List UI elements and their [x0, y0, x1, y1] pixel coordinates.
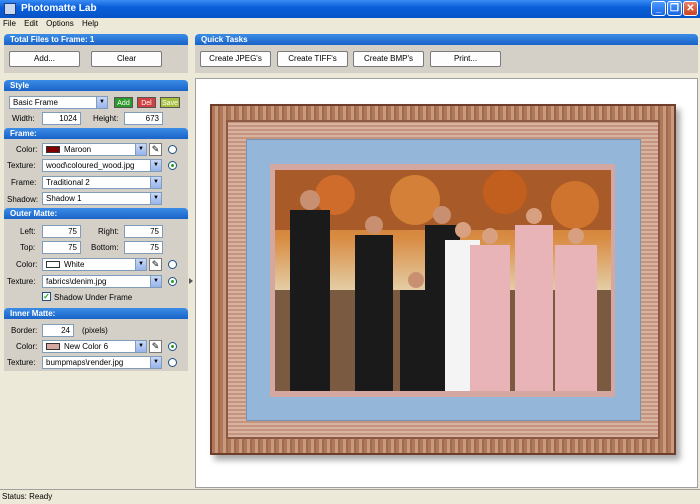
frame-color-label: Color:: [16, 145, 38, 154]
matte-left-field[interactable]: 75: [42, 225, 81, 238]
menu-help[interactable]: Help: [79, 18, 101, 29]
inner-color-value: New Color 6: [64, 342, 109, 351]
files-panel-header: Total Files to Frame: 1: [4, 34, 188, 45]
delete-style-button[interactable]: Del: [137, 97, 156, 108]
matte-bottom-field[interactable]: 75: [124, 241, 163, 254]
chevron-down-icon: ▼: [150, 177, 161, 188]
outer-texture-label: Texture:: [7, 277, 36, 286]
inner-color-label: Color:: [16, 342, 38, 351]
frame-style-label: Frame:: [11, 178, 37, 187]
close-button[interactable]: ✕: [683, 1, 698, 16]
menu-file[interactable]: File: [0, 18, 19, 29]
chevron-down-icon: ▼: [135, 259, 146, 270]
outer-matte-header: Outer Matte:: [4, 208, 188, 219]
inner-matte-header: Inner Matte:: [4, 308, 188, 319]
add-style-button[interactable]: Add: [114, 97, 133, 108]
title-bar: Photomatte Lab _ ❐ ✕: [0, 0, 700, 18]
panel-splitter[interactable]: [188, 30, 194, 489]
frame-style-value: Traditional 2: [46, 178, 90, 187]
frame-header: Frame:: [4, 128, 188, 139]
inner-texture-value: bumpmaps\render.jpg: [46, 358, 124, 367]
outer-texture-radio[interactable]: [168, 277, 177, 286]
shadow-under-frame-label: Shadow Under Frame: [54, 293, 133, 302]
shadow-value: Shadow 1: [46, 194, 82, 203]
style-header: Style: [4, 80, 188, 91]
border-label: Border:: [11, 326, 38, 335]
window-title: Photomatte Lab: [21, 3, 97, 14]
chevron-down-icon: ▼: [150, 193, 161, 204]
frame-style-select[interactable]: Traditional 2 ▼: [42, 176, 162, 189]
print-button[interactable]: Print...: [430, 51, 501, 67]
maximize-button[interactable]: ❐: [667, 1, 682, 16]
frame-color-value: Maroon: [64, 145, 92, 154]
chevron-down-icon: ▼: [150, 357, 161, 368]
top-label: Top:: [20, 243, 36, 252]
status-bar: Status: Ready: [0, 489, 700, 504]
eyedropper-icon[interactable]: ✎: [149, 340, 162, 353]
left-label: Left:: [20, 227, 36, 236]
frame-color-radio[interactable]: [168, 145, 177, 154]
width-field[interactable]: 1024: [42, 112, 81, 125]
eyedropper-icon[interactable]: ✎: [149, 258, 162, 271]
border-unit: (pixels): [82, 326, 108, 335]
color-swatch: [46, 146, 60, 154]
outer-texture-select[interactable]: fabrics\denim.jpg ▼: [42, 275, 162, 288]
frame-texture-select[interactable]: wood\coloured_wood.jpg ▼: [42, 159, 162, 172]
menu-options[interactable]: Options: [43, 18, 77, 29]
inner-texture-radio[interactable]: [168, 358, 177, 367]
inner-color-select[interactable]: New Color 6 ▼: [42, 340, 147, 353]
status-text: Status: Ready: [2, 492, 53, 501]
height-label: Height:: [93, 114, 119, 123]
frame-texture-label: Texture:: [7, 161, 36, 170]
outer-texture-value: fabrics\denim.jpg: [46, 277, 107, 286]
frame-color-select[interactable]: Maroon ▼: [42, 143, 147, 156]
style-select[interactable]: Basic Frame ▼: [9, 96, 108, 109]
right-label: Right:: [98, 227, 119, 236]
chevron-down-icon: ▼: [135, 144, 146, 155]
save-style-button[interactable]: Save: [160, 97, 180, 108]
outer-color-radio[interactable]: [168, 260, 177, 269]
photo-preview: [275, 170, 611, 391]
chevron-down-icon: ▼: [150, 276, 161, 287]
create-jpegs-button[interactable]: Create JPEG's: [200, 51, 271, 67]
bottom-label: Bottom:: [91, 243, 119, 252]
matte-top-field[interactable]: 75: [42, 241, 81, 254]
color-swatch: [46, 261, 60, 269]
quick-tasks-header: Quick Tasks: [195, 34, 698, 45]
create-bmps-button[interactable]: Create BMP's: [353, 51, 424, 67]
chevron-down-icon: ▼: [135, 341, 146, 352]
outer-color-value: White: [64, 260, 85, 269]
eyedropper-icon[interactable]: ✎: [149, 143, 162, 156]
add-files-button[interactable]: Add...: [9, 51, 80, 67]
shadow-select[interactable]: Shadow 1 ▼: [42, 192, 162, 205]
outer-color-select[interactable]: White ▼: [42, 258, 147, 271]
inner-color-radio[interactable]: [168, 342, 177, 351]
inner-texture-label: Texture:: [7, 358, 36, 367]
menu-edit[interactable]: Edit: [21, 18, 41, 29]
border-field[interactable]: 24: [42, 324, 74, 337]
minimize-button[interactable]: _: [651, 1, 666, 16]
frame-texture-value: wood\coloured_wood.jpg: [46, 161, 135, 170]
shadow-under-frame-checkbox[interactable]: ✓: [42, 292, 51, 301]
menu-bar: File Edit Options Help: [0, 18, 700, 31]
chevron-down-icon: ▼: [96, 97, 107, 108]
chevron-down-icon: ▼: [150, 160, 161, 171]
inner-texture-select[interactable]: bumpmaps\render.jpg ▼: [42, 356, 162, 369]
create-tiffs-button[interactable]: Create TIFF's: [277, 51, 348, 67]
clear-button[interactable]: Clear: [91, 51, 162, 67]
app-icon: [4, 3, 16, 15]
outer-color-label: Color:: [16, 260, 38, 269]
width-label: Width:: [12, 114, 35, 123]
style-select-value: Basic Frame: [13, 98, 58, 107]
color-swatch: [46, 343, 60, 351]
shadow-label: Shadow:: [7, 195, 39, 204]
frame-texture-radio[interactable]: [168, 161, 177, 170]
matte-right-field[interactable]: 75: [124, 225, 163, 238]
photo-image: [275, 170, 611, 391]
height-field[interactable]: 673: [124, 112, 163, 125]
